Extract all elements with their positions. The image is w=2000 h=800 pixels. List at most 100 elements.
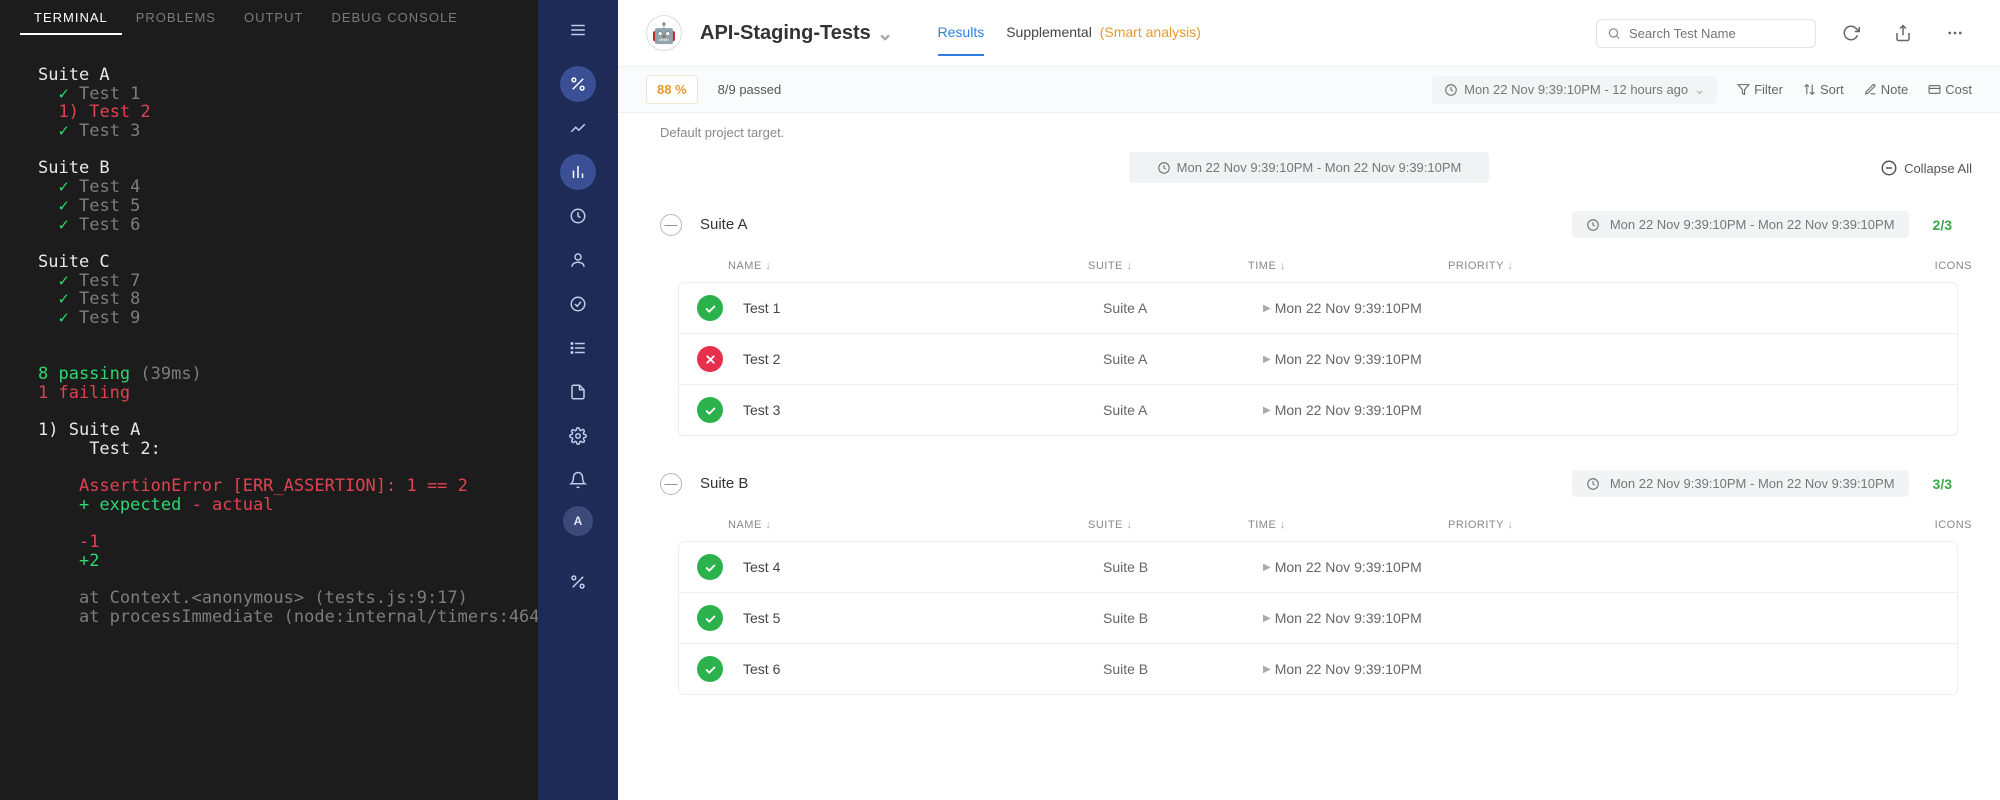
test-time: ▶ Mon 22 Nov 9:39:10PM	[1263, 300, 1463, 316]
timestamp-pill[interactable]: Mon 22 Nov 9:39:10PM - 12 hours ago ⌄	[1432, 76, 1717, 104]
clock-icon	[1586, 218, 1600, 232]
clock-icon	[1444, 83, 1458, 97]
play-icon: ▶	[1263, 664, 1271, 675]
term-err-assert: AssertionError [ERR_ASSERTION]: 1 == 2	[79, 476, 468, 496]
suite-time-pill: Mon 22 Nov 9:39:10PM - Mon 22 Nov 9:39:1…	[1572, 470, 1909, 497]
gear-icon[interactable]	[560, 418, 596, 454]
refresh-icon[interactable]	[1834, 16, 1868, 50]
note-button[interactable]: Note	[1864, 82, 1908, 97]
term-suite-name: Suite A	[38, 65, 110, 85]
col-priority[interactable]: PRIORITY ↓	[1448, 260, 1588, 272]
term-test: Test 7	[79, 271, 140, 291]
document-icon[interactable]	[560, 374, 596, 410]
play-icon: ▶	[1263, 562, 1271, 573]
filter-button[interactable]: Filter	[1737, 82, 1783, 97]
sort-button[interactable]: Sort	[1803, 82, 1844, 97]
collapse-all-button[interactable]: Collapse All	[1880, 159, 1972, 177]
term-test: Test 9	[79, 308, 140, 328]
check-icon	[697, 295, 723, 321]
col-time[interactable]: TIME ↓	[1248, 519, 1448, 531]
term-actual: - actual	[192, 495, 274, 515]
search-box[interactable]	[1596, 19, 1816, 48]
terminal-tab-debug-console[interactable]: DEBUG CONSOLE	[317, 0, 471, 35]
term-fail-idx: 1)	[58, 102, 78, 122]
trend-icon[interactable]	[560, 110, 596, 146]
col-name[interactable]: NAME ↓	[728, 260, 1088, 272]
table-row[interactable]: Test 2 Suite A ▶ Mon 22 Nov 9:39:10PM	[679, 333, 1957, 384]
check-icon	[697, 397, 723, 423]
percent-icon[interactable]	[560, 66, 596, 102]
collapse-suite-button[interactable]: —	[660, 473, 682, 495]
header: 🤖 API-Staging-Tests ⌄ Results Supplement…	[618, 0, 2000, 67]
test-time: ▶ Mon 22 Nov 9:39:10PM	[1263, 559, 1463, 575]
test-suite: Suite A	[1103, 402, 1263, 418]
col-suite[interactable]: SUITE ↓	[1088, 260, 1248, 272]
term-test: Test 5	[79, 196, 140, 216]
test-name: Test 3	[743, 402, 1103, 418]
clock-icon[interactable]	[560, 198, 596, 234]
term-passing: 8 passing	[38, 364, 130, 384]
test-table: Test 1 Suite A ▶ Mon 22 Nov 9:39:10PM Te…	[678, 282, 1958, 436]
col-priority[interactable]: PRIORITY ↓	[1448, 519, 1588, 531]
terminal-tab-output[interactable]: OUTPUT	[230, 0, 317, 35]
term-test: Test 6	[79, 215, 140, 235]
overall-time-pill: Mon 22 Nov 9:39:10PM - Mon 22 Nov 9:39:1…	[1129, 152, 1490, 183]
project-icon: 🤖	[646, 15, 682, 51]
terminal-tab-terminal[interactable]: TERMINAL	[20, 0, 122, 35]
table-row[interactable]: Test 6 Suite B ▶ Mon 22 Nov 9:39:10PM	[679, 643, 1957, 694]
table-row[interactable]: Test 4 Suite B ▶ Mon 22 Nov 9:39:10PM	[679, 542, 1957, 592]
term-stack: at Context.<anonymous> (tests.js:9:17)	[79, 588, 468, 608]
filter-label: Filter	[1754, 82, 1783, 97]
suite-row: — Suite A Mon 22 Nov 9:39:10PM - Mon 22 …	[618, 199, 2000, 250]
term-expected: + expected	[79, 495, 181, 515]
user-icon[interactable]	[560, 242, 596, 278]
side-rail: A	[538, 0, 618, 800]
col-time[interactable]: TIME ↓	[1248, 260, 1448, 272]
term-test: Test 1	[79, 84, 140, 104]
table-row[interactable]: Test 3 Suite A ▶ Mon 22 Nov 9:39:10PM	[679, 384, 1957, 435]
percent-alt-icon[interactable]	[560, 564, 596, 600]
check-circle-icon[interactable]	[560, 286, 596, 322]
tab-supplemental[interactable]: Supplemental (Smart analysis)	[1006, 10, 1201, 56]
table-row[interactable]: Test 1 Suite A ▶ Mon 22 Nov 9:39:10PM	[679, 283, 1957, 333]
project-title[interactable]: API-Staging-Tests ⌄	[700, 21, 894, 46]
menu-icon[interactable]	[560, 12, 596, 48]
more-icon[interactable]	[1938, 16, 1972, 50]
test-name: Test 2	[743, 351, 1103, 367]
results-scroll[interactable]: Default project target. Mon 22 Nov 9:39:…	[618, 113, 2000, 800]
smart-analysis-label: (Smart analysis)	[1100, 24, 1201, 40]
bars-icon[interactable]	[560, 154, 596, 190]
bell-icon[interactable]	[560, 462, 596, 498]
project-title-text: API-Staging-Tests	[700, 22, 871, 45]
cost-label: Cost	[1945, 82, 1972, 97]
default-target-text: Default project target.	[618, 113, 2000, 152]
search-input[interactable]	[1629, 26, 1805, 41]
share-icon[interactable]	[1886, 16, 1920, 50]
table-row[interactable]: Test 5 Suite B ▶ Mon 22 Nov 9:39:10PM	[679, 592, 1957, 643]
col-suite[interactable]: SUITE ↓	[1088, 519, 1248, 531]
test-suite: Suite A	[1103, 300, 1263, 316]
suite-name: Suite B	[700, 475, 748, 492]
collapse-suite-button[interactable]: —	[660, 214, 682, 236]
table-header: NAME ↓ SUITE ↓ TIME ↓ PRIORITY ↓ ICONS	[618, 250, 2000, 282]
clock-icon	[1586, 477, 1600, 491]
chevron-down-icon: ⌄	[877, 21, 894, 46]
term-minus: -1	[79, 532, 99, 552]
tab-results[interactable]: Results	[938, 10, 985, 56]
cost-button[interactable]: Cost	[1928, 82, 1972, 97]
terminal-output[interactable]: Suite A ✓ Test 1 1) Test 2 ✓ Test 3 Suit…	[0, 36, 538, 657]
tab-supplemental-label: Supplemental	[1006, 24, 1092, 40]
suite-time-pill: Mon 22 Nov 9:39:10PM - Mon 22 Nov 9:39:1…	[1572, 211, 1909, 238]
check-icon	[697, 605, 723, 631]
nav-tabs: Results Supplemental (Smart analysis)	[938, 10, 1201, 56]
list-icon[interactable]	[560, 330, 596, 366]
terminal-panel: TERMINAL PROBLEMS OUTPUT DEBUG CONSOLE S…	[0, 0, 538, 800]
results-panel: 🤖 API-Staging-Tests ⌄ Results Supplement…	[618, 0, 2000, 800]
suite-ratio: 2/3	[1927, 214, 1958, 236]
play-icon: ▶	[1263, 613, 1271, 624]
overall-time-text: Mon 22 Nov 9:39:10PM - Mon 22 Nov 9:39:1…	[1177, 160, 1462, 175]
avatar[interactable]: A	[563, 506, 593, 536]
terminal-tab-problems[interactable]: PROBLEMS	[122, 0, 230, 35]
col-name[interactable]: NAME ↓	[728, 519, 1088, 531]
suite-row: — Suite B Mon 22 Nov 9:39:10PM - Mon 22 …	[618, 458, 2000, 509]
